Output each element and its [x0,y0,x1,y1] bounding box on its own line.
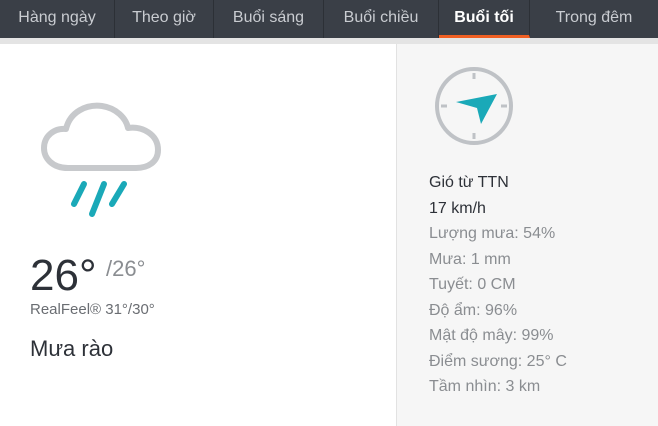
detail-snow: Tuyết: 0 CM [429,276,516,293]
wind-direction: Gió từ TTN [429,174,509,191]
temperature-low: /26° [106,256,146,281]
rain-cloud-icon [41,102,161,217]
tab-daily[interactable]: Hàng ngày [0,0,115,38]
detail-visibility: Tầm nhìn: 3 km [429,378,541,395]
temperature-high: 26° [30,251,97,300]
detail-cloud-cover: Mật độ mây: 99% [429,327,554,344]
wind-compass-icon [435,67,513,145]
tab-overnight[interactable]: Trong đêm [530,0,658,38]
period-tabs: Hàng ngày Theo giờ Buổi sáng Buổi chiều … [0,0,658,38]
tab-afternoon[interactable]: Buổi chiều [324,0,439,38]
condition-text: Mưa rào [30,336,114,361]
tab-hourly[interactable]: Theo giờ [115,0,214,38]
details-list: Gió từ TTN 17 km/h Lượng mưa: 54% Mưa: 1… [429,170,567,400]
wind-speed: 17 km/h [429,199,486,217]
panel-divider [396,44,397,426]
detail-rain: Mưa: 1 mm [429,250,511,268]
wind-arrow-icon [456,94,497,124]
detail-precip-chance: Lượng mưa: 54% [429,225,556,242]
detail-humidity: Độ ẩm: 96% [429,301,518,319]
tab-morning[interactable]: Buổi sáng [214,0,324,38]
realfeel-value: RealFeel® 31°/30° [30,301,155,318]
detail-dew-point: Điểm sương: 25° C [429,352,567,370]
tab-evening[interactable]: Buổi tối [439,0,530,38]
